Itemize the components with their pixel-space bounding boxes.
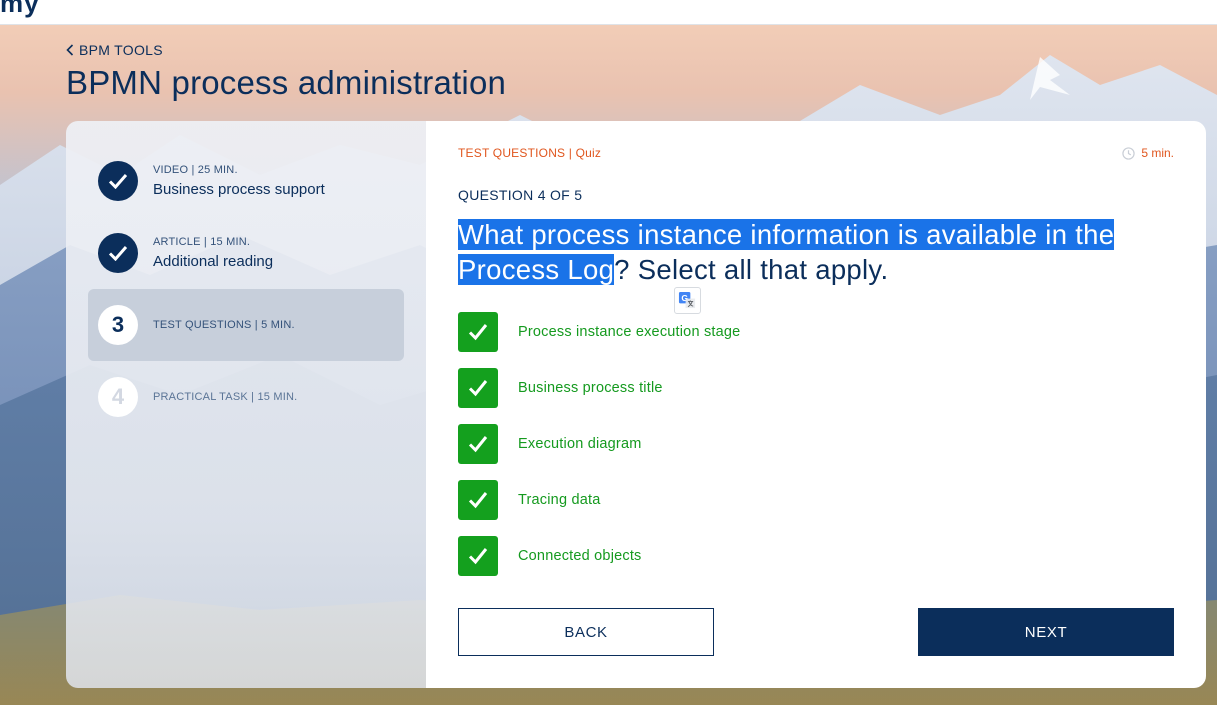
translate-popup-button[interactable]: G — [674, 287, 701, 314]
checkbox-checked[interactable] — [458, 312, 498, 352]
checkbox-checked[interactable] — [458, 480, 498, 520]
answer-option[interactable]: Tracing data — [458, 480, 600, 520]
step-name: Additional reading — [153, 253, 274, 270]
step-name: Business process support — [153, 181, 325, 198]
top-bar: my — [0, 0, 1217, 25]
step-test-questions[interactable]: 3 TEST QUESTIONS | 5 MIN. — [88, 289, 404, 361]
question-text: What process instance information is ava… — [458, 217, 1178, 287]
check-icon — [108, 174, 128, 189]
back-link-label: BPM TOOLS — [79, 42, 163, 58]
steps-sidebar: VIDEO | 25 MIN. Business process support… — [66, 121, 426, 688]
google-translate-icon: G — [678, 291, 696, 309]
next-button[interactable]: NEXT — [918, 608, 1174, 656]
back-button[interactable]: BACK — [458, 608, 714, 656]
answer-option[interactable]: Execution diagram — [458, 424, 642, 464]
step-kind: VIDEO | 25 MIN. — [153, 164, 238, 176]
step-number-badge: 4 — [98, 377, 138, 417]
check-icon — [468, 548, 488, 565]
step-kind: ARTICLE | 15 MIN. — [153, 236, 251, 248]
quiz-timer: 5 min. — [1122, 146, 1174, 160]
step-kind: PRACTICAL TASK | 15 MIN. — [153, 391, 298, 403]
answer-option[interactable]: Connected objects — [458, 536, 642, 576]
course-card: VIDEO | 25 MIN. Business process support… — [66, 121, 1206, 688]
quiz-panel: TEST QUESTIONS | Quiz 5 min. QUESTION 4 … — [426, 121, 1206, 688]
answer-label: Tracing data — [518, 492, 601, 508]
clock-icon — [1122, 146, 1135, 160]
answer-label: Execution diagram — [518, 436, 642, 452]
check-icon — [468, 324, 488, 341]
step-video[interactable]: VIDEO | 25 MIN. Business process support — [88, 145, 404, 217]
question-rest: ? Select all that apply. — [614, 254, 889, 285]
step-number-badge: 3 — [98, 305, 138, 345]
answer-option[interactable]: Process instance execution stage — [458, 312, 740, 352]
checkbox-checked[interactable] — [458, 536, 498, 576]
answer-label: Business process title — [518, 380, 663, 396]
check-icon — [468, 380, 488, 397]
chevron-left-icon — [66, 44, 74, 56]
answer-label: Process instance execution stage — [518, 324, 741, 340]
checkbox-checked[interactable] — [458, 368, 498, 408]
answer-label: Connected objects — [518, 548, 642, 564]
question-counter: QUESTION 4 OF 5 — [458, 187, 583, 203]
quiz-time: 5 min. — [1141, 146, 1174, 160]
logo[interactable]: my — [0, 0, 40, 19]
step-complete-badge — [98, 161, 138, 201]
check-icon — [468, 492, 488, 509]
answer-option[interactable]: Business process title — [458, 368, 663, 408]
checkbox-checked[interactable] — [458, 424, 498, 464]
step-complete-badge — [98, 233, 138, 273]
quiz-breadcrumb: TEST QUESTIONS | Quiz — [458, 146, 602, 160]
back-to-bpm-tools-link[interactable]: BPM TOOLS — [66, 42, 163, 58]
check-icon — [468, 436, 488, 453]
check-icon — [108, 246, 128, 261]
step-kind: TEST QUESTIONS | 5 MIN. — [153, 319, 295, 331]
step-article[interactable]: ARTICLE | 15 MIN. Additional reading — [88, 217, 404, 289]
step-practical-task[interactable]: 4 PRACTICAL TASK | 15 MIN. — [88, 361, 404, 433]
page-title: BPMN process administration — [66, 64, 507, 101]
